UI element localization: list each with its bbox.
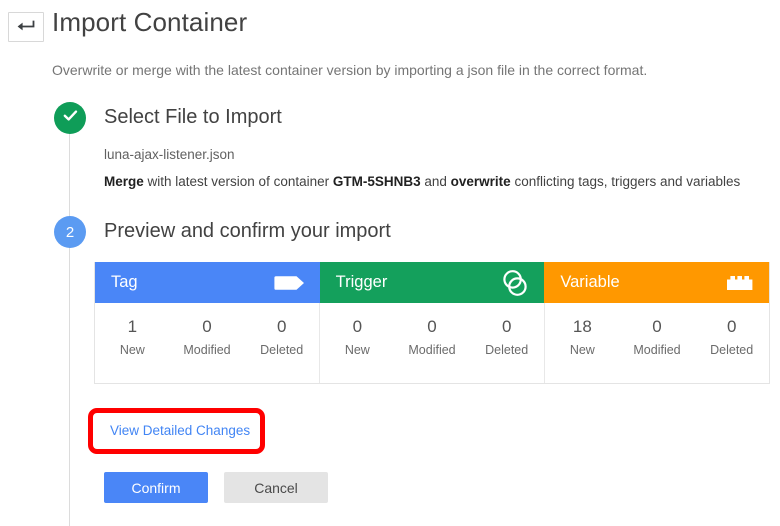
variable-modified-cell: 0 Modified xyxy=(620,303,695,383)
merge-text-part-2: and xyxy=(420,174,451,189)
tag-new-label: New xyxy=(119,343,145,357)
variable-deleted-cell: 0 Deleted xyxy=(694,303,769,383)
page-header: Import Container xyxy=(0,0,780,52)
trigger-modified-value: 0 xyxy=(427,317,437,336)
action-buttons: Confirm Cancel xyxy=(104,472,328,503)
merge-summary-text: Merge with latest version of container G… xyxy=(104,174,740,189)
step-2-title: Preview and confirm your import xyxy=(104,220,391,242)
trigger-modified-cell: 0 Modified xyxy=(395,303,470,383)
step-1-complete-badge xyxy=(54,102,86,134)
tag-deleted-value: 0 xyxy=(276,317,287,336)
trigger-new-cell: 0 New xyxy=(320,303,395,383)
tag-new-cell: 1 New xyxy=(95,303,170,383)
tag-new-value: 1 xyxy=(127,317,138,336)
summary-header-trigger: Trigger xyxy=(319,262,545,303)
view-detailed-changes-link[interactable]: View Detailed Changes xyxy=(110,423,250,438)
tag-deleted-cell: 0 Deleted xyxy=(244,303,319,383)
summary-column-trigger: 0 New 0 Modified 0 Deleted xyxy=(320,303,545,383)
tag-modified-label: Modified xyxy=(183,343,231,357)
overwrite-keyword: overwrite xyxy=(450,174,511,189)
merge-keyword: Merge xyxy=(104,174,144,189)
trigger-deleted-label: Deleted xyxy=(485,343,529,357)
summary-table-header: Tag Trigger Variable xyxy=(95,262,770,303)
summary-header-trigger-label: Trigger xyxy=(335,273,388,291)
confirm-button[interactable]: Confirm xyxy=(104,472,208,503)
step-2-number: 2 xyxy=(65,223,75,241)
selected-file-name: luna-ajax-listener.json xyxy=(104,147,235,162)
step-1-title: Select File to Import xyxy=(104,106,282,128)
merge-text-part-3: conflicting tags, triggers and variables xyxy=(510,174,741,189)
import-summary-table: Tag Trigger Variable 1 New 0 Modified 0 … xyxy=(94,262,770,384)
trigger-deleted-cell: 0 Deleted xyxy=(469,303,544,383)
tag-deleted-label: Deleted xyxy=(260,343,304,357)
trigger-deleted-value: 0 xyxy=(501,317,512,336)
trigger-new-label: New xyxy=(344,343,370,357)
variable-deleted-value: 0 xyxy=(726,317,737,336)
summary-header-variable-label: Variable xyxy=(560,273,620,291)
variable-new-label: New xyxy=(569,343,595,357)
summary-table-body: 1 New 0 Modified 0 Deleted 0 New 0 Modif… xyxy=(95,303,769,383)
variable-deleted-label: Deleted xyxy=(710,343,754,357)
tag-modified-cell: 0 Modified xyxy=(170,303,245,383)
tag-icon xyxy=(274,273,306,293)
tag-modified-value: 0 xyxy=(202,317,212,336)
page-title: Import Container xyxy=(52,7,248,37)
page-description: Overwrite or merge with the latest conta… xyxy=(52,62,648,78)
variable-icon xyxy=(725,273,755,293)
variable-modified-value: 0 xyxy=(652,317,662,336)
back-button[interactable] xyxy=(8,12,44,42)
merge-text-part-1: with latest version of container xyxy=(143,174,333,189)
summary-header-variable: Variable xyxy=(544,262,770,303)
cancel-button[interactable]: Cancel xyxy=(224,472,328,503)
summary-column-tag: 1 New 0 Modified 0 Deleted xyxy=(95,303,320,383)
stepper-connector-line xyxy=(69,110,70,526)
step-2-number-badge: 2 xyxy=(54,216,86,248)
trigger-icon xyxy=(500,268,530,298)
back-arrow-icon xyxy=(16,20,36,34)
variable-new-cell: 18 New xyxy=(545,303,620,383)
variable-modified-label: Modified xyxy=(633,343,681,357)
container-id: GTM-5SHNB3 xyxy=(332,174,421,189)
check-icon xyxy=(61,106,80,130)
summary-header-tag: Tag xyxy=(95,262,320,303)
variable-new-value: 18 xyxy=(572,317,592,336)
trigger-modified-label: Modified xyxy=(408,343,456,357)
summary-header-tag-label: Tag xyxy=(111,273,138,291)
trigger-new-value: 0 xyxy=(352,317,363,336)
summary-column-variable: 18 New 0 Modified 0 Deleted xyxy=(545,303,769,383)
